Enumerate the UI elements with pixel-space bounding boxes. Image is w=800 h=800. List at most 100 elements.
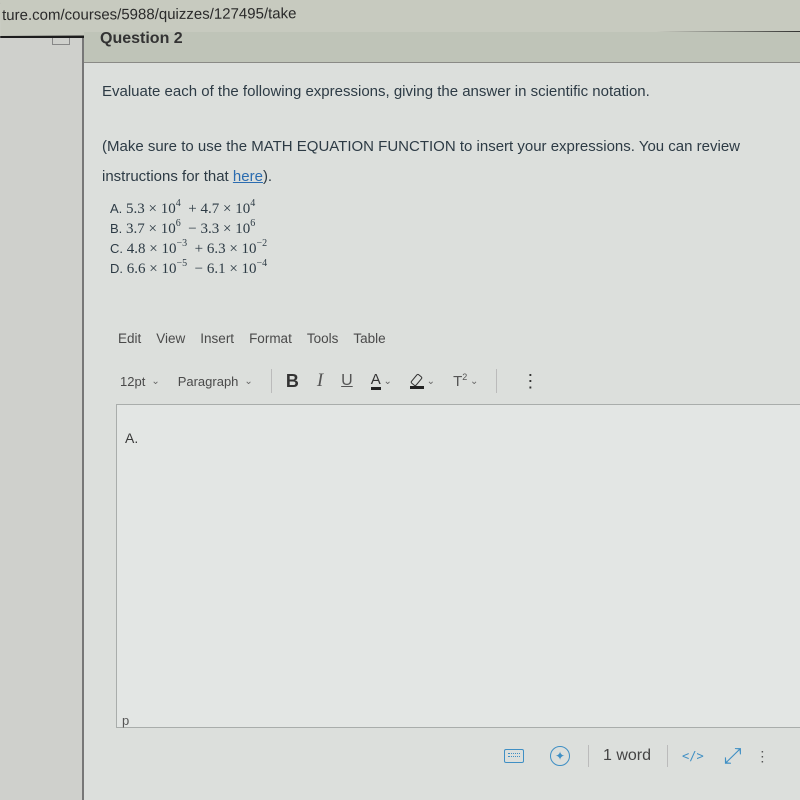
- editor-content[interactable]: A.: [125, 430, 138, 446]
- menu-tools[interactable]: Tools: [307, 331, 339, 346]
- expression-label: C.: [110, 241, 123, 256]
- status-divider: [667, 745, 669, 767]
- coef: 4.7: [200, 201, 220, 217]
- rich-text-editor[interactable]: A.: [116, 404, 800, 728]
- expression-item: D. 6.6 × 10−5 − 6.1 × 10−4: [110, 259, 267, 279]
- coef: 5.3: [126, 201, 145, 217]
- menu-insert[interactable]: Insert: [200, 331, 234, 346]
- operator: +: [194, 241, 204, 257]
- question-prompt: Evaluate each of the following expressio…: [102, 83, 650, 100]
- element-path[interactable]: p: [122, 713, 129, 728]
- fullscreen-icon[interactable]: ⤢: [724, 743, 742, 769]
- base: 10: [161, 241, 177, 257]
- instructions-line-2: instructions for that here).: [102, 162, 740, 192]
- exponent: −4: [256, 258, 268, 269]
- instructions-prefix: instructions for that: [102, 168, 233, 185]
- base: 10: [160, 221, 176, 237]
- highlighter-icon: [409, 374, 424, 389]
- menu-table[interactable]: Table: [353, 331, 385, 346]
- block-format-value: Paragraph: [177, 373, 239, 389]
- coef: 6.3: [206, 241, 226, 257]
- chevron-down-icon: ⌄: [244, 375, 253, 387]
- status-divider: [588, 745, 589, 767]
- expression-label: B.: [110, 221, 123, 236]
- question-header: Question 2: [84, 30, 800, 63]
- menu-edit[interactable]: Edit: [118, 331, 141, 346]
- times: ×: [222, 201, 232, 217]
- block-format-select[interactable]: Paragraph ⌄: [178, 374, 253, 389]
- base: 10: [235, 221, 251, 237]
- text-color-button[interactable]: A ⌄: [370, 370, 392, 390]
- coef: 6.1: [206, 261, 226, 277]
- operator: −: [194, 261, 204, 277]
- exponent: −2: [256, 238, 268, 249]
- resize-handle-icon[interactable]: ⋮: [755, 749, 769, 763]
- bold-button[interactable]: B: [286, 371, 299, 392]
- coef: 4.8: [126, 241, 146, 257]
- exponent: 6: [175, 218, 181, 229]
- editor-menubar: Edit View Insert Format Tools Table: [118, 331, 386, 346]
- chevron-down-icon: ⌄: [423, 375, 436, 387]
- menu-view[interactable]: View: [156, 331, 185, 346]
- question-title: Question 2: [100, 30, 183, 47]
- instructions-here-link[interactable]: here: [233, 168, 263, 185]
- expression-item: A. 5.3 × 104 + 4.7 × 104: [110, 199, 267, 219]
- editor-statusbar: ✦ 1 word </> ⤢ ⋮: [504, 739, 800, 773]
- expression-item: C. 4.8 × 10−3 + 6.3 × 10−2: [110, 239, 267, 259]
- base: 10: [241, 241, 257, 257]
- superscript-button[interactable]: T2 ⌄: [453, 372, 478, 390]
- base: 10: [161, 261, 177, 277]
- chevron-down-icon: ⌄: [151, 375, 160, 387]
- toolbar-divider: [496, 369, 498, 393]
- menu-format[interactable]: Format: [249, 331, 292, 346]
- times: ×: [229, 241, 238, 257]
- italic-button[interactable]: I: [317, 370, 323, 392]
- word-count[interactable]: 1 word: [603, 747, 651, 765]
- exponent: 4: [250, 198, 256, 209]
- chevron-down-icon: ⌄: [380, 375, 392, 387]
- question-body: Evaluate each of the following expressio…: [84, 63, 800, 800]
- coef: 6.6: [126, 261, 146, 277]
- times: ×: [148, 201, 158, 217]
- times: ×: [222, 221, 232, 237]
- operator: +: [188, 201, 197, 217]
- coef: 3.7: [126, 221, 145, 237]
- chevron-down-icon: ⌄: [467, 375, 479, 387]
- question-instructions: (Make sure to use the MATH EQUATION FUNC…: [102, 132, 740, 192]
- superscript-glyph: T: [453, 373, 463, 390]
- exponent: 6: [250, 218, 256, 229]
- highlight-color-button[interactable]: ⌄: [409, 374, 436, 389]
- times: ×: [149, 261, 158, 277]
- url-text[interactable]: ture.com/courses/5988/quizzes/127495/tak…: [2, 5, 296, 24]
- instructions-suffix: ).: [262, 168, 273, 185]
- keyboard-icon[interactable]: [504, 749, 524, 763]
- html-editor-icon[interactable]: </>: [682, 749, 704, 763]
- underline-button[interactable]: U: [341, 372, 353, 390]
- accessibility-icon[interactable]: ✦: [550, 746, 570, 766]
- times: ×: [148, 221, 158, 237]
- base: 10: [160, 201, 176, 217]
- operator: −: [188, 221, 197, 237]
- text-color-icon: A: [370, 370, 381, 390]
- base: 10: [235, 201, 251, 217]
- coef: 3.3: [200, 221, 220, 237]
- superscript-icon: T2: [453, 372, 467, 390]
- expression-item: B. 3.7 × 106 − 3.3 × 106: [110, 219, 267, 239]
- editor-toolbar: 12pt ⌄ Paragraph ⌄ B I U A ⌄ ⌄ T2 ⌄ ⋮: [120, 367, 800, 395]
- instructions-line-1: (Make sure to use the MATH EQUATION FUNC…: [102, 138, 740, 155]
- more-options-icon[interactable]: ⋮: [521, 371, 539, 392]
- expression-label: D.: [110, 261, 123, 276]
- times: ×: [229, 261, 238, 277]
- base: 10: [241, 261, 257, 277]
- course-nav-sidebar: [0, 38, 84, 800]
- expression-list: A. 5.3 × 104 + 4.7 × 104 B. 3.7 × 106 − …: [110, 199, 267, 279]
- exponent: −3: [176, 238, 188, 249]
- font-size-value: 12pt: [120, 373, 146, 389]
- exponent: 4: [175, 198, 181, 209]
- font-size-select[interactable]: 12pt ⌄: [120, 374, 160, 389]
- nav-tab-stub: [52, 38, 70, 45]
- exponent: −5: [176, 258, 188, 269]
- expression-label: A.: [110, 201, 123, 216]
- times: ×: [149, 241, 158, 257]
- toolbar-divider: [270, 369, 272, 393]
